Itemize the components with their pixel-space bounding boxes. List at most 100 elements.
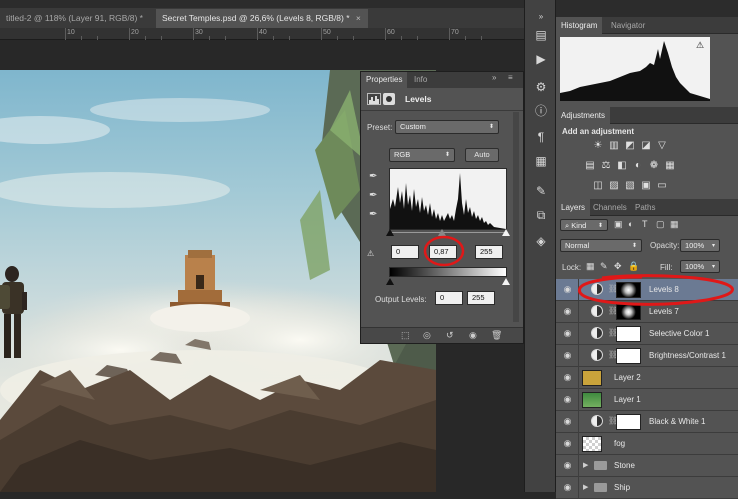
layer-row-selective-color-1[interactable]: ◉ ⛓ Selective Color 1 [556,323,738,345]
clone-source-icon[interactable]: ⧉ [531,206,551,224]
filter-shape-icon[interactable]: ▢ [656,219,665,230]
output-white-field[interactable]: 255 [467,291,495,305]
brush-icon[interactable]: ✎ [531,182,551,200]
visibility-eye-icon[interactable]: ◉ [562,438,573,449]
tab-adjustments[interactable]: Adjustments [556,107,611,124]
selective-color-icon[interactable]: ▣ [640,180,652,192]
properties-scrollbar[interactable] [513,112,519,322]
filter-smart-object-icon[interactable]: ▦ [670,219,679,230]
vibrance-icon[interactable]: ▽ [656,140,668,152]
layer-name: Layer 2 [614,373,641,382]
clip-to-layer-icon[interactable]: ⬚ [401,330,410,341]
tab-paths[interactable]: Paths [630,199,660,216]
layer-mask-thumbnail[interactable] [616,326,641,342]
output-black-handle[interactable] [386,278,394,285]
close-icon[interactable]: × [356,13,361,23]
tab-properties[interactable]: Properties [361,72,408,88]
adjust-icon[interactable]: ⚙ [531,78,551,96]
history-icon[interactable]: ▤ [531,26,551,44]
3d-icon[interactable]: ◈ [531,232,551,250]
layer-mask-thumbnail[interactable] [616,348,641,364]
input-black-handle[interactable] [386,229,394,236]
layer-mask-thumbnail[interactable] [616,414,641,430]
layer-row-layer-1[interactable]: ◉ Layer 1 [556,389,738,411]
white-eyedropper-icon[interactable]: ✒ [369,209,377,220]
input-black-field[interactable]: 0 [391,245,419,259]
color-balance-icon[interactable]: ⚖ [600,160,612,172]
mask-icon[interactable] [383,93,395,105]
visibility-eye-icon[interactable]: ◉ [562,350,573,361]
layer-thumbnail[interactable] [582,370,602,386]
document-tab-secret-temples[interactable]: Secret Temples.psd @ 26,6% (Levels 8, RG… [156,9,368,28]
reset-icon[interactable]: ↺ [446,330,454,341]
layer-row-fog[interactable]: ◉ fog [556,433,738,455]
lock-position-icon[interactable]: ✥ [614,261,622,272]
lock-transparent-icon[interactable]: ▦ [586,261,595,272]
input-white-handle[interactable] [502,229,510,236]
visibility-eye-icon[interactable]: ◉ [562,372,573,383]
threshold-icon[interactable]: ▧ [624,180,636,192]
tab-navigator[interactable]: Navigator [606,17,650,34]
layer-row-brightness-contrast-1[interactable]: ◉ ⛓ Brightness/Contrast 1 [556,345,738,367]
black-white-icon[interactable]: ◧ [616,160,628,172]
layer-filter-dropdown[interactable]: ⌕ Kind ⬍ [560,219,608,231]
preset-dropdown[interactable]: Custom ⬍ [395,120,499,134]
collapse-icon[interactable]: » [492,73,496,82]
collapse-dock-icon[interactable]: » [531,8,551,26]
blend-mode-dropdown[interactable]: Normal ⬍ [560,239,642,252]
tab-layers[interactable]: Layers [556,199,591,216]
tab-info[interactable]: Info [409,72,432,88]
photo-filter-icon[interactable]: ◐ [632,160,644,172]
gradient-map-icon[interactable]: ▭ [656,180,668,192]
expand-triangle-icon[interactable]: ▶ [583,461,588,469]
visibility-icon[interactable]: ◉ [469,330,477,341]
exposure-icon[interactable]: ◪ [640,140,652,152]
layer-group-ship[interactable]: ◉ ▶ Ship [556,477,738,499]
invert-icon[interactable]: ◫ [592,180,604,192]
channel-mixer-icon[interactable]: ❁ [648,160,660,172]
lock-all-icon[interactable]: 🔒 [628,261,639,272]
channel-dropdown[interactable]: RGB ⬍ [389,148,455,162]
info-icon[interactable]: ⓘ [531,102,551,120]
expand-triangle-icon[interactable]: ▶ [583,483,588,491]
filter-pixel-icon[interactable]: ▣ [614,219,623,230]
curves-icon[interactable]: ◩ [624,140,636,152]
layer-row-black-white-1[interactable]: ◉ ⛓ Black & White 1 [556,411,738,433]
tab-channels[interactable]: Channels [588,199,632,216]
black-eyedropper-icon[interactable]: ✒ [369,171,377,182]
brightness-icon[interactable]: ☀ [592,140,604,152]
grid-icon[interactable]: ▦ [531,152,551,170]
layer-group-stone[interactable]: ◉ ▶ Stone [556,455,738,477]
opacity-field[interactable]: 100% ▾ [680,239,720,252]
input-white-field[interactable]: 255 [475,245,503,259]
panel-menu-icon[interactable]: ≡ [508,73,513,82]
auto-button[interactable]: Auto [465,148,499,162]
filter-type-icon[interactable]: T [642,219,648,229]
posterize-icon[interactable]: ▨ [608,180,620,192]
document-tab-untitled[interactable]: titled-2 @ 118% (Layer 91, RGB/8) * [0,9,152,28]
color-lookup-icon[interactable]: ▦ [664,160,676,172]
view-previous-icon[interactable]: ◎ [423,330,431,341]
layer-thumbnail[interactable] [582,392,602,408]
ruler-label: 40 [259,29,267,36]
levels-adj-icon[interactable]: ▥ [608,140,620,152]
trash-icon[interactable]: 🗑 [491,330,502,341]
visibility-eye-icon[interactable]: ◉ [562,482,573,493]
visibility-eye-icon[interactable]: ◉ [562,416,573,427]
visibility-eye-icon[interactable]: ◉ [562,328,573,339]
play-icon[interactable]: ▶ [531,50,551,68]
output-black-field[interactable]: 0 [435,291,463,305]
hue-saturation-icon[interactable]: ▤ [584,160,596,172]
visibility-eye-icon[interactable]: ◉ [562,460,573,471]
output-white-handle[interactable] [502,278,510,285]
paragraph-icon[interactable]: ¶ [531,128,551,146]
visibility-eye-icon[interactable]: ◉ [562,394,573,405]
clipping-icon[interactable]: ⚠ [367,249,374,258]
layer-thumbnail[interactable] [582,436,602,452]
warning-icon[interactable]: ⚠ [696,40,704,51]
filter-adjustment-icon[interactable]: ◐ [628,219,633,229]
layer-row-layer-2[interactable]: ◉ Layer 2 [556,367,738,389]
lock-pixels-icon[interactable]: ✎ [600,261,608,272]
tab-histogram[interactable]: Histogram [556,17,603,34]
gray-eyedropper-icon[interactable]: ✒ [369,190,377,201]
